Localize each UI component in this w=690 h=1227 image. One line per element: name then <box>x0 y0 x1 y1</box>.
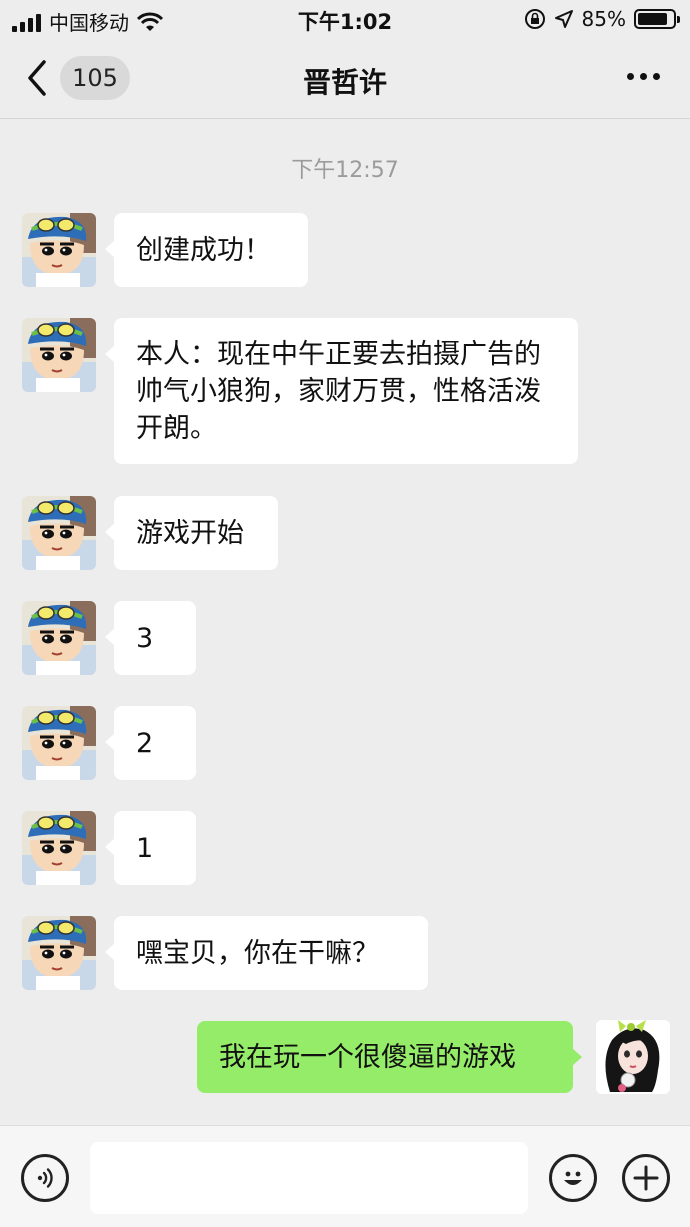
contact-avatar[interactable] <box>22 318 96 392</box>
more-functions-button[interactable] <box>622 1154 670 1202</box>
contact-avatar[interactable] <box>22 601 96 675</box>
plus-icon <box>633 1165 659 1191</box>
orientation-lock-icon <box>524 9 545 29</box>
battery-level-fill <box>638 13 667 25</box>
battery-icon <box>634 9 680 29</box>
message-bubble[interactable]: 嘿宝贝，你在干嘛？ <box>105 916 428 990</box>
battery-percent: 85% <box>581 7 626 31</box>
message-input[interactable] <box>90 1142 528 1214</box>
nav-bar: 105 晋哲许 <box>0 40 690 119</box>
emoji-button[interactable] <box>549 1154 597 1202</box>
more-options-button[interactable] <box>627 73 660 80</box>
status-right: 85% <box>524 7 680 31</box>
chat-screen: 中国移动 下午1:02 85% 105 晋哲许 下午12:57 创建成功！ 本人… <box>0 0 690 1227</box>
voice-button[interactable] <box>21 1154 69 1202</box>
contact-avatar[interactable] <box>22 213 96 287</box>
input-bar <box>0 1125 690 1227</box>
voice-icon <box>37 1168 53 1188</box>
contact-avatar[interactable] <box>22 811 96 885</box>
contact-avatar[interactable] <box>22 916 96 990</box>
location-icon <box>554 10 573 28</box>
message-bubble[interactable]: 2 <box>105 706 196 780</box>
message-bubble[interactable]: 创建成功！ <box>105 213 308 287</box>
contact-avatar[interactable] <box>22 496 96 570</box>
status-bar: 中国移动 下午1:02 85% <box>0 0 690 40</box>
my-avatar[interactable] <box>596 1020 670 1094</box>
contact-avatar[interactable] <box>22 706 96 780</box>
chat-timestamp: 下午12:57 <box>291 158 399 183</box>
message-bubble[interactable]: 1 <box>105 811 196 885</box>
more-dot-icon <box>640 73 647 80</box>
message-bubble[interactable]: 游戏开始 <box>105 496 278 570</box>
message-bubble[interactable]: 3 <box>105 601 196 675</box>
chat-title: 晋哲许 <box>302 66 387 99</box>
more-dot-icon <box>627 73 634 80</box>
emoji-icon <box>564 1171 582 1185</box>
my-message-bubble[interactable]: 我在玩一个很傻逼的游戏 <box>197 1021 582 1093</box>
message-bubble[interactable]: 本人：现在中午正要去拍摄广告的帅气小狼狗，家财万贯，性格活泼开朗。 <box>105 318 578 464</box>
more-dot-icon <box>653 73 660 80</box>
